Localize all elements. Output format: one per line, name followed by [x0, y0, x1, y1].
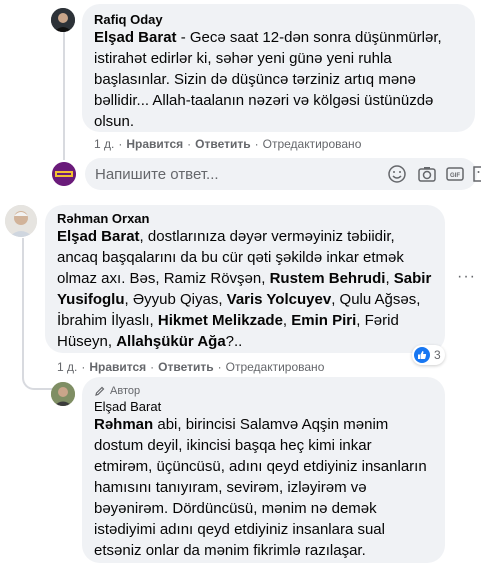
current-user-avatar [52, 162, 76, 186]
comment-time[interactable]: 1 д. [94, 137, 114, 151]
edited-label: Отредактировано [225, 360, 325, 374]
person-photo-icon [51, 382, 75, 406]
reply-input-box: GIF [85, 158, 481, 190]
thread-line [63, 32, 65, 160]
reaction-count: 3 [434, 348, 441, 362]
avatar[interactable] [51, 382, 75, 406]
svg-text:GIF: GIF [450, 173, 460, 179]
camera-icon[interactable] [417, 164, 437, 184]
pencil-icon [95, 386, 105, 396]
person-photo-icon [5, 205, 37, 237]
author-badge: Автор [94, 385, 433, 397]
comment-actions: 1 д. · Нравится · Ответить · Отредактирован… [94, 137, 362, 151]
comment-bubble: Rəhman Orxan Elşad Barat, dostlarınıza d… [45, 205, 445, 353]
mention-link[interactable]: Elşad Barat [57, 228, 140, 245]
comment-text-span: , [385, 270, 394, 287]
like-button[interactable]: Нравится [89, 360, 146, 374]
profile-logo-icon [52, 162, 76, 186]
gif-icon[interactable]: GIF [445, 164, 465, 184]
comment-text: Elşad Barat, dostlarınıza dəyər verməyin… [57, 226, 433, 352]
author-badge-label: Автор [110, 385, 141, 397]
sticker-icon[interactable] [471, 164, 481, 184]
comment-text: Elşad Barat - Gecə saat 12-dən sonra düş… [94, 27, 463, 132]
emoji-icon[interactable] [387, 164, 407, 184]
comment-author[interactable]: Elşad Barat [94, 399, 433, 414]
comment-text-span: , [282, 312, 292, 329]
comment-actions: 1 д. · Нравится · Ответить · Отредактирован… [57, 360, 325, 374]
avatar[interactable] [51, 8, 75, 32]
comment-text-span: , Əyyub Qiyas, [124, 291, 227, 308]
like-reaction-icon [414, 347, 430, 363]
comment-author[interactable]: Rəhman Orxan [57, 211, 433, 226]
reaction-badge[interactable]: 3 [412, 345, 445, 365]
edited-label: Отредактировано [262, 137, 362, 151]
reply-button[interactable]: Ответить [158, 360, 213, 374]
mention-link[interactable]: Varis Yolcuyev [227, 291, 332, 308]
mention-link[interactable]: Hikmet Melikzade [158, 312, 283, 329]
mention-link[interactable]: Rustem Behrudi [270, 270, 386, 287]
person-photo-icon [51, 8, 75, 32]
mention-link[interactable]: Elşad Barat [94, 29, 177, 46]
like-button[interactable]: Нравится [126, 137, 183, 151]
comment-author[interactable]: Rafiq Oday [94, 12, 463, 27]
comment-bubble: Автор Elşad Barat Rəhman abi, birincisi … [82, 377, 445, 563]
mention-link[interactable]: Allahşükür Ağa [116, 333, 225, 350]
thread-line [22, 238, 24, 368]
mention-link[interactable]: Rəhman [94, 416, 153, 433]
mention-link[interactable]: Emin Piri [291, 312, 356, 329]
comment-text: Rəhman abi, birincisi Salamvə Aqşin məni… [94, 414, 433, 561]
comment-time[interactable]: 1 д. [57, 360, 77, 374]
comment-text-span: abi, birincisi Salamvə Aqşin mənim dostu… [94, 416, 427, 559]
more-options-icon[interactable]: ··· [457, 268, 476, 286]
reply-input[interactable] [95, 164, 295, 184]
comment-bubble: Rafiq Oday Elşad Barat - Gecə saat 12-də… [82, 4, 475, 132]
avatar[interactable] [5, 205, 37, 237]
comment-text-span: ?.. [225, 333, 243, 350]
reply-button[interactable]: Ответить [195, 137, 250, 151]
